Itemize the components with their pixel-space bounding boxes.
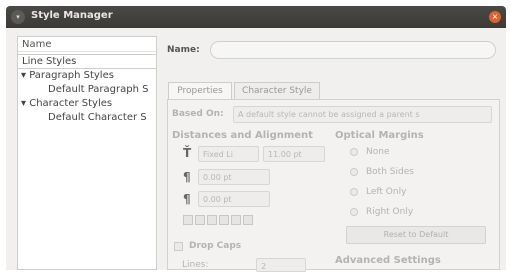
tree-header-name[interactable]: Name bbox=[18, 37, 156, 52]
radio-both-sides-label: Both Sides bbox=[366, 167, 414, 177]
window-menu-icon[interactable]: ▾ bbox=[11, 10, 25, 24]
tree-item-label: Paragraph Styles bbox=[29, 70, 114, 81]
expander-icon[interactable]: ▾ bbox=[21, 70, 26, 81]
distances-heading: Distances and Alignment bbox=[172, 130, 313, 141]
tree-item-default-character[interactable]: Default Character S bbox=[18, 111, 156, 124]
expander-icon[interactable]: ▾ bbox=[21, 98, 26, 109]
drop-caps-checkbox[interactable] bbox=[174, 242, 183, 251]
drop-caps-label: Drop Caps bbox=[189, 241, 242, 251]
based-on-label: Based On: bbox=[172, 109, 224, 119]
radio-right-only[interactable] bbox=[350, 208, 358, 216]
align-right-button[interactable] bbox=[207, 215, 217, 225]
radio-left-only[interactable] bbox=[350, 188, 358, 196]
align-justify-button[interactable] bbox=[231, 215, 241, 225]
name-label: Name: bbox=[167, 45, 200, 55]
window-title: Style Manager bbox=[31, 10, 113, 21]
style-tree[interactable]: Name Line Styles ▾ Paragraph Styles Defa… bbox=[17, 36, 157, 270]
tree-item-label: Default Paragraph S bbox=[48, 84, 149, 95]
align-block-button[interactable] bbox=[219, 215, 229, 225]
space-above-icon: ¶ bbox=[183, 170, 191, 184]
space-above-spinner[interactable]: 0.00 pt bbox=[198, 169, 270, 185]
space-below-spinner[interactable]: 0.00 pt bbox=[198, 191, 270, 207]
close-icon[interactable]: × bbox=[489, 11, 501, 23]
line-spacing-value-spinner[interactable]: 11.00 pt bbox=[263, 146, 325, 162]
align-left-button[interactable] bbox=[183, 215, 193, 225]
lines-label: Lines: bbox=[182, 260, 209, 270]
line-spacing-mode-combo[interactable]: Fixed Li bbox=[198, 146, 259, 162]
tab-character-style[interactable]: Character Style bbox=[234, 82, 320, 99]
tree-item-default-paragraph[interactable]: Default Paragraph S bbox=[18, 83, 156, 96]
name-input[interactable] bbox=[210, 41, 496, 59]
optical-margins-heading: Optical Margins bbox=[335, 130, 424, 141]
line-spacing-icon: Ť bbox=[183, 146, 192, 160]
radio-none-label: None bbox=[366, 147, 390, 157]
radio-none[interactable] bbox=[350, 148, 358, 156]
align-forced-button[interactable] bbox=[243, 215, 253, 225]
tree-item-label: Character Styles bbox=[29, 98, 113, 109]
align-center-button[interactable] bbox=[195, 215, 205, 225]
radio-right-only-label: Right Only bbox=[366, 207, 414, 217]
tree-item-label: Default Character S bbox=[48, 112, 147, 123]
radio-left-only-label: Left Only bbox=[366, 187, 407, 197]
space-below-icon: ¶ bbox=[183, 192, 191, 206]
tree-item-paragraph-styles[interactable]: ▾ Paragraph Styles bbox=[18, 69, 156, 82]
radio-both-sides[interactable] bbox=[350, 168, 358, 176]
based-on-combo[interactable]: A default style cannot be assigned a par… bbox=[233, 106, 492, 123]
tree-item-character-styles[interactable]: ▾ Character Styles bbox=[18, 97, 156, 110]
advanced-settings-heading: Advanced Settings bbox=[335, 255, 441, 266]
tree-item-line-styles[interactable]: Line Styles bbox=[18, 54, 156, 69]
reset-to-default-button[interactable]: Reset to Default bbox=[346, 226, 486, 244]
tab-properties[interactable]: Properties bbox=[168, 82, 232, 99]
tree-item-label: Line Styles bbox=[22, 56, 77, 67]
